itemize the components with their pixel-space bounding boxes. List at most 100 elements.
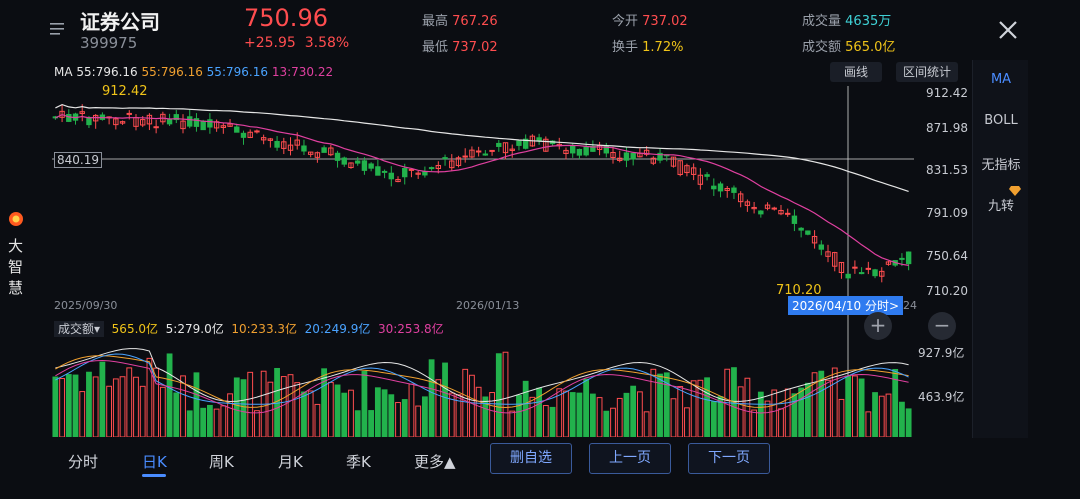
amount-stat: 成交额 565.0亿 [802, 40, 896, 55]
volume-bar [583, 378, 590, 437]
candle-body [442, 157, 448, 160]
change-pct: 3.58% [304, 35, 350, 51]
candle-body [187, 116, 193, 127]
zoom-in-button[interactable]: + [864, 312, 892, 340]
volume-bar [469, 374, 475, 437]
close-icon[interactable] [996, 18, 1020, 42]
volume-bar [677, 386, 684, 437]
candle-body [66, 113, 72, 122]
date-tick-start: 2025/09/30 [54, 299, 118, 312]
volume-bar [845, 375, 852, 437]
volume-bar [146, 357, 153, 437]
volume-bar [576, 392, 583, 437]
candle-body [905, 251, 912, 265]
candle-body [771, 207, 777, 210]
volume-bar [341, 392, 348, 437]
indicator-jiuzhuan[interactable]: 九转 [973, 195, 1029, 214]
open-stat: 今开 737.02 [612, 14, 688, 29]
volume-bar [771, 389, 778, 437]
candle-body [462, 155, 468, 158]
candle-body [731, 187, 737, 193]
price-change: +25.95 3.58% [244, 35, 349, 51]
volume-bar [180, 375, 186, 437]
candle-body [234, 126, 240, 133]
candle-body [758, 210, 764, 215]
volume-bar [112, 378, 119, 437]
volume-bar [744, 377, 751, 437]
volume-bar [630, 385, 637, 437]
volume-bar [119, 376, 126, 437]
volume-axis-top: 927.9亿 [918, 346, 965, 360]
volume-bar [542, 405, 549, 437]
draw-button[interactable]: 画线 [830, 62, 882, 82]
kline-chart[interactable] [52, 82, 917, 437]
volume-bar [435, 379, 442, 437]
volume-bar [334, 384, 341, 437]
volume-bar [421, 396, 428, 437]
volume-bar [704, 377, 710, 437]
candle-body [899, 257, 905, 260]
volume-bar [92, 376, 99, 437]
brand-text: 大 智 慧 [8, 237, 24, 297]
volume-bar [589, 393, 596, 437]
turnover-stat: 换手 1.72% [612, 40, 684, 55]
hline-value-label: 840.19 [54, 152, 102, 168]
volume-bar [502, 351, 509, 437]
price-axis-label: 871.98 [926, 121, 968, 135]
volume-bar [757, 391, 764, 437]
candle-body [516, 140, 522, 146]
volume-bar [610, 407, 616, 437]
menu-icon[interactable] [50, 22, 66, 36]
volume-bar [193, 372, 200, 437]
candle-body [583, 146, 589, 156]
volume-bar [86, 371, 92, 437]
volume-bar [106, 385, 113, 437]
candle-body [791, 215, 798, 224]
volume-indicator-select[interactable]: 成交额▾ [54, 321, 105, 337]
candle-body [200, 120, 206, 131]
volume-bar [549, 406, 556, 437]
tab-4[interactable]: 季K [346, 451, 371, 472]
last-price: 750.96 [244, 4, 328, 32]
volume-bar [650, 368, 657, 437]
candle-body [858, 272, 865, 275]
candle-body [428, 167, 435, 170]
volume-bar [596, 397, 603, 437]
indicator-ma[interactable]: MA [973, 72, 1029, 87]
tab-3[interactable]: 月K [278, 451, 303, 472]
max-price-label: 912.42 [102, 84, 148, 99]
indicator-boll[interactable]: BOLL [973, 113, 1029, 128]
volume-bar [865, 411, 872, 437]
volume-bar [475, 386, 482, 437]
next-page-button[interactable]: 下一页 [688, 443, 770, 474]
stock-title: 证券公司 [80, 10, 160, 34]
volume-bar [233, 377, 240, 437]
candle-body [711, 185, 717, 190]
zoom-out-button[interactable]: − [928, 312, 956, 340]
volume-bar [354, 410, 361, 437]
candle-body [321, 147, 327, 153]
tab-2[interactable]: 周K [209, 451, 234, 472]
candle-body [845, 273, 851, 279]
prev-page-button[interactable]: 上一页 [589, 443, 671, 474]
range-stats-button[interactable]: 区间统计 [896, 62, 958, 82]
remove-watchlist-button[interactable]: 删自选 [490, 443, 572, 474]
candle-body [805, 230, 811, 235]
volume-bar [462, 368, 469, 437]
date-tick-partial: 24 [903, 299, 917, 312]
volume-bar [99, 361, 106, 437]
volume-bar [200, 407, 207, 437]
tab-1[interactable]: 日K [142, 451, 167, 472]
volume-bar [280, 376, 287, 437]
volume-bar [737, 386, 744, 437]
date-tick-mid: 2026/01/13 [456, 299, 520, 312]
volume-bar [616, 397, 623, 437]
active-tab-indicator [142, 474, 166, 477]
candle-body [623, 152, 630, 161]
indicator-none[interactable]: 无指标 [973, 154, 1029, 173]
candle-body [166, 119, 173, 125]
tab-5[interactable]: 更多▲ [414, 451, 456, 472]
candle-body [381, 170, 388, 173]
tab-0[interactable]: 分时 [68, 451, 98, 472]
candle-body [274, 140, 280, 148]
